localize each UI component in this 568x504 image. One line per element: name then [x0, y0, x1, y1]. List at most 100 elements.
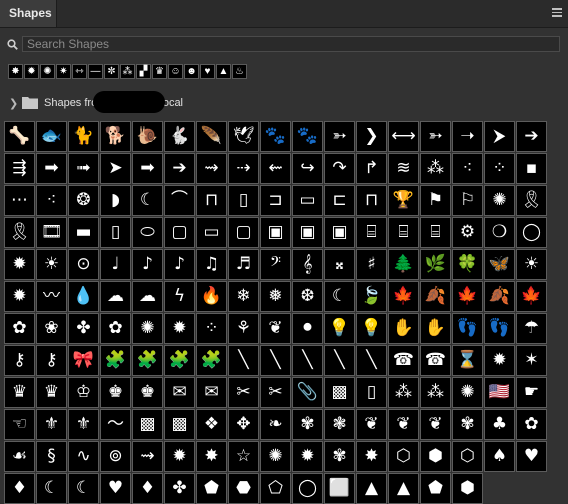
shape-thumbnail[interactable]: ❯ [356, 121, 387, 152]
shape-thumbnail[interactable]: ▲ [356, 473, 387, 504]
shape-thumbnail[interactable]: ➳ [420, 121, 451, 152]
shape-thumbnail[interactable]: 🍂 [420, 281, 451, 312]
shape-thumbnail[interactable]: ⊏ [324, 185, 355, 216]
shape-thumbnail[interactable]: 🍁 [452, 281, 483, 312]
shape-thumbnail[interactable]: ✹ [164, 441, 195, 472]
shape-thumbnail[interactable]: ✺ [452, 377, 483, 408]
shape-thumbnail[interactable]: ✹ [292, 441, 323, 472]
shape-thumbnail[interactable]: ⌸ [356, 217, 387, 248]
shape-thumbnail[interactable]: 🎀 [68, 345, 99, 376]
shape-thumbnail[interactable]: ➔ [516, 121, 547, 152]
shape-thumbnail[interactable]: 🐇 [164, 121, 195, 152]
shape-thumbnail[interactable]: ⌒ [164, 185, 195, 216]
shape-thumbnail[interactable]: ⊓ [356, 185, 387, 216]
shape-thumbnail[interactable]: ❄ [228, 281, 259, 312]
shape-thumbnail[interactable]: ▯ [228, 185, 259, 216]
shape-thumbnail[interactable]: 🦴 [4, 121, 35, 152]
shape-thumbnail[interactable]: ⁖ [36, 185, 67, 216]
shape-thumbnail[interactable]: § [36, 441, 67, 472]
shape-thumbnail[interactable]: ➳ [324, 121, 355, 152]
shape-thumbnail[interactable]: 💧 [68, 281, 99, 312]
shape-thumbnail[interactable]: ✸ [356, 441, 387, 472]
shape-thumbnail[interactable]: ▪ [516, 153, 547, 184]
shape-thumbnail[interactable]: ⁘ [484, 153, 515, 184]
recent-shape-thumb[interactable]: ✸ [8, 64, 23, 79]
shape-thumbnail[interactable]: ⚜ [36, 409, 67, 440]
shape-thumbnail[interactable]: ❅ [260, 281, 291, 312]
shape-thumbnail[interactable]: ➔ [164, 153, 195, 184]
shape-thumbnail[interactable]: ⊐ [260, 185, 291, 216]
chevron-right-icon[interactable]: ❯ [9, 97, 18, 110]
shape-thumbnail[interactable]: ⚙ [452, 217, 483, 248]
shape-thumbnail[interactable]: ❧ [260, 409, 291, 440]
shape-thumbnail[interactable]: ⬢ [420, 441, 451, 472]
shape-thumbnail[interactable]: 🎗 [516, 185, 547, 216]
shape-thumbnail[interactable]: ✥ [228, 409, 259, 440]
shape-thumbnail[interactable]: ☙ [4, 441, 35, 472]
recent-shape-thumb[interactable]: ✷ [56, 64, 71, 79]
shape-thumbnail[interactable]: ✤ [68, 313, 99, 344]
shape-thumbnail[interactable]: ♚ [100, 377, 131, 408]
shape-thumbnail[interactable]: ✾ [292, 409, 323, 440]
shape-thumbnail[interactable]: 🍁 [516, 281, 547, 312]
shape-thumbnail[interactable]: ▣ [292, 217, 323, 248]
shape-thumbnail[interactable]: 𝄪 [324, 249, 355, 280]
shape-thumbnail[interactable]: ✉ [196, 377, 227, 408]
shape-thumbnail[interactable]: ☀ [516, 249, 547, 280]
shape-thumbnail[interactable]: ⌸ [388, 217, 419, 248]
shape-thumbnail[interactable]: 🧩 [164, 345, 195, 376]
shape-thumbnail[interactable]: 📎 [292, 377, 323, 408]
shape-thumbnail[interactable]: ▣ [324, 217, 355, 248]
shape-thumbnail[interactable]: ❦ [420, 409, 451, 440]
shape-thumbnail[interactable]: ✿ [516, 409, 547, 440]
shape-thumbnail[interactable]: 🏆 [388, 185, 419, 216]
shape-thumbnail[interactable]: ⋯ [4, 185, 35, 216]
shape-thumbnail[interactable]: ▣ [260, 217, 291, 248]
shape-thumbnail[interactable]: 🍂 [484, 281, 515, 312]
shape-thumbnail[interactable]: ✋ [388, 313, 419, 344]
shape-thumbnail[interactable]: 🕊 [228, 121, 259, 152]
shape-thumbnail[interactable]: ☂ [516, 313, 547, 344]
shape-thumbnail[interactable]: ✉ [164, 377, 195, 408]
shape-thumbnail[interactable]: ✸ [196, 441, 227, 472]
recent-shape-thumb[interactable]: — [88, 64, 103, 79]
shape-thumbnail[interactable]: 🌿 [420, 249, 451, 280]
shape-thumbnail[interactable]: 💡 [324, 313, 355, 344]
shape-thumbnail[interactable]: 💡 [356, 313, 387, 344]
shape-thumbnail[interactable]: 🍀 [452, 249, 483, 280]
shape-thumbnail[interactable]: ✺ [484, 185, 515, 216]
shape-thumbnail[interactable]: ϟ [164, 281, 195, 312]
shape-thumbnail[interactable]: ❂ [68, 185, 99, 216]
shape-thumbnail[interactable]: ▭ [292, 185, 323, 216]
shape-group-header[interactable]: ❯ Shapes fro 0.local [0, 92, 568, 114]
shape-thumbnail[interactable]: 🎗 [4, 217, 35, 248]
shape-thumbnail[interactable]: ✋ [420, 313, 451, 344]
shape-thumbnail[interactable]: 𝄢 [260, 249, 291, 280]
shape-thumbnail[interactable]: ❖ [196, 409, 227, 440]
shape-thumbnail[interactable]: ♪ [164, 249, 195, 280]
shape-thumbnail[interactable]: ⌸ [420, 217, 451, 248]
shape-thumbnail[interactable]: ▢ [164, 217, 195, 248]
shape-thumbnail[interactable]: ⚷ [36, 345, 67, 376]
shape-thumbnail[interactable]: ✤ [164, 473, 195, 504]
shape-thumbnail[interactable]: ▬ [68, 217, 99, 248]
shape-thumbnail[interactable]: ☾ [36, 473, 67, 504]
shape-thumbnail[interactable]: 🌲 [388, 249, 419, 280]
shape-thumbnail[interactable]: ⬠ [260, 473, 291, 504]
shape-thumbnail[interactable]: 〜 [100, 409, 131, 440]
shape-thumbnail[interactable]: ▩ [132, 409, 163, 440]
shape-thumbnail[interactable]: ╲ [292, 345, 323, 376]
shape-thumbnail[interactable]: ♬ [228, 249, 259, 280]
shape-thumbnail[interactable]: 🪶 [196, 121, 227, 152]
shape-thumbnail[interactable]: ✹ [484, 345, 515, 376]
shape-thumbnail[interactable]: 👣 [484, 313, 515, 344]
shape-thumbnail[interactable]: ⬟ [420, 473, 451, 504]
shape-thumbnail[interactable]: ▭ [196, 217, 227, 248]
shape-thumbnail[interactable]: ☜ [4, 409, 35, 440]
panel-menu-icon[interactable] [552, 8, 562, 17]
shape-thumbnail[interactable]: ☎ [388, 345, 419, 376]
shape-thumbnail[interactable]: 🐌 [132, 121, 163, 152]
recent-shape-thumb[interactable]: ⇿ [72, 64, 87, 79]
shape-thumbnail[interactable]: ⚷ [4, 345, 35, 376]
shape-thumbnail[interactable]: ☆ [228, 441, 259, 472]
